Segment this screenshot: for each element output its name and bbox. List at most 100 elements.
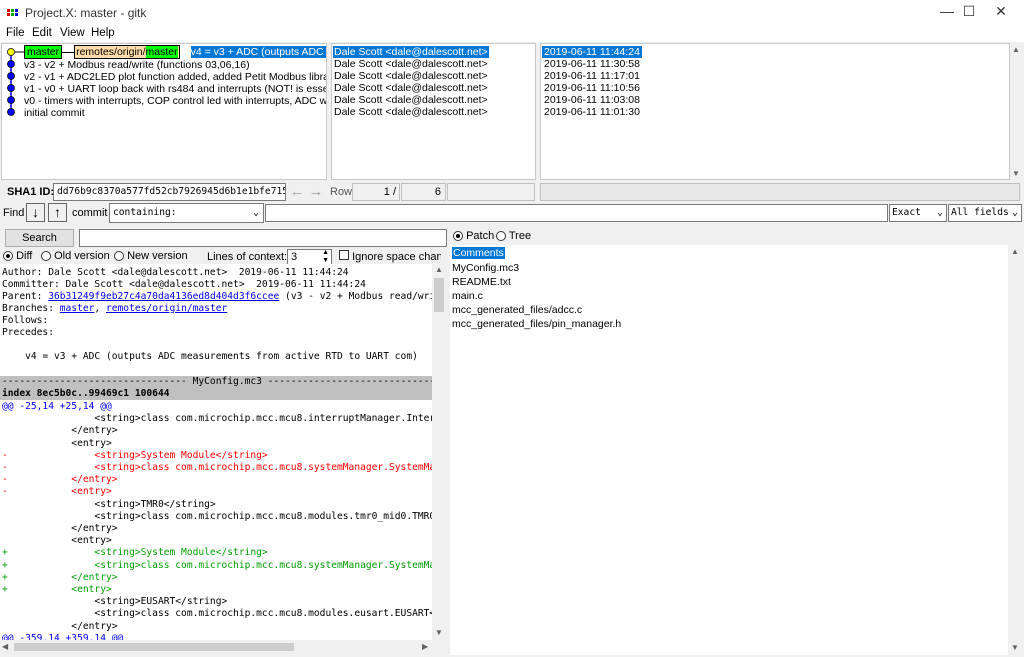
menu-view[interactable]: View <box>60 27 85 39</box>
search-input[interactable] <box>79 229 447 247</box>
ignore-space-checkbox[interactable] <box>339 250 349 260</box>
window-title: Project.X: master - gitk <box>25 6 147 20</box>
diff-index-line: index 8ec5b0c..99469c1 100644 <box>0 388 432 401</box>
new-version-radio[interactable] <box>114 251 124 262</box>
diff-line-hunk: @@ -359,14 +359,14 @@ <box>2 632 124 640</box>
search-button[interactable]: Search <box>5 229 74 247</box>
commit-date[interactable]: 2019-06-11 11:17:01 <box>544 70 640 82</box>
commit-graph <box>7 48 24 116</box>
scroll-down-icon[interactable]: ▼ <box>1011 643 1019 652</box>
patch-radio[interactable] <box>453 231 463 242</box>
context-spinbox[interactable]: 3 ▲ ▼ <box>287 249 332 265</box>
commit-date[interactable]: 2019-06-11 11:01:30 <box>544 106 640 118</box>
patch-label: Patch <box>466 230 495 242</box>
commit-author[interactable]: Dale Scott <dale@dalescott.net> <box>334 94 488 106</box>
commit-date[interactable]: 2019-06-11 11:44:24 <box>542 46 642 58</box>
branch-tag-remote[interactable]: remotes/origin/master <box>74 45 180 59</box>
commit-subject[interactable]: v1 - v0 + UART loop back with rs484 and … <box>24 83 326 95</box>
commit-subject-pane[interactable]: master remotes/origin/master v4 = v3 + AD… <box>1 43 327 180</box>
commit-date-pane[interactable]: 2019-06-11 11:44:24 2019-06-11 11:30:58 … <box>540 43 1010 180</box>
diff-line-del: - <string>System Module</string> <box>2 449 268 461</box>
commit-date[interactable]: 2019-06-11 11:30:58 <box>544 58 640 70</box>
find-mode-select[interactable]: containing: ⌄ <box>109 203 264 223</box>
diff-line-ctx: <string>EUSART</string> <box>2 596 228 608</box>
old-version-label: Old version <box>54 250 110 262</box>
file-item[interactable]: mcc_generated_files/adcc.c <box>452 304 582 316</box>
sha1-field[interactable]: dd76b9c8370a577fd52cb7926945d6b1e1bfe715 <box>53 183 286 201</box>
diff-file-header: -------------------------------- MyConfi… <box>0 376 432 389</box>
scroll-up-icon[interactable]: ▲ <box>1011 247 1019 256</box>
find-up-icon[interactable]: ↑ <box>48 203 67 222</box>
commit-author[interactable]: Dale Scott <dale@dalescott.net> <box>334 70 488 82</box>
detail-precedes: Precedes: <box>2 327 54 338</box>
menu-edit[interactable]: Edit <box>32 27 52 39</box>
find-match-select[interactable]: Exact ⌄ <box>889 204 947 222</box>
commit-date[interactable]: 2019-06-11 11:10:56 <box>544 82 640 94</box>
diff-line-ctx: <string>class com.microchip.mcc.mcu8.mod… <box>94 510 432 522</box>
menu-help[interactable]: Help <box>91 27 115 39</box>
parent-link[interactable]: 36b31249f9eb27c4a70da4136ed8d404d3f6ccee <box>48 291 279 302</box>
commit-author[interactable]: Dale Scott <dale@dalescott.net> <box>334 58 488 70</box>
scroll-down-icon[interactable]: ▼ <box>1012 169 1020 178</box>
scroll-up-icon[interactable]: ▲ <box>1012 45 1020 54</box>
history-scrollbar[interactable]: ▲ ▼ <box>1010 43 1023 180</box>
detail-committer: Committer: Dale Scott <dale@dalescott.ne… <box>2 279 366 290</box>
commit-author[interactable]: Dale Scott <dale@dalescott.net> <box>334 106 488 118</box>
row-current: 1 / <box>352 183 400 201</box>
hscroll-thumb[interactable] <box>14 643 294 651</box>
commit-author[interactable]: Dale Scott <dale@dalescott.net> <box>333 46 489 58</box>
diff-radio[interactable] <box>3 251 13 262</box>
back-arrow-icon[interactable]: ← <box>288 183 306 201</box>
file-item[interactable]: MyConfig.mc3 <box>452 262 519 274</box>
diff-line-ctx: <entry> <box>2 535 112 547</box>
diff-line-ctx: </entry> <box>2 620 118 632</box>
close-button[interactable]: ✕ <box>978 0 1024 24</box>
file-item[interactable]: main.c <box>452 290 483 302</box>
scroll-thumb[interactable] <box>434 278 444 312</box>
scroll-down-icon[interactable]: ▼ <box>435 628 443 637</box>
scroll-up-icon[interactable]: ▲ <box>435 265 443 274</box>
commit-subject[interactable]: v0 - timers with interrupts, COP control… <box>24 95 326 107</box>
diff-line-ctx: </entry> <box>2 425 118 437</box>
detail-author: Author: Dale Scott <dale@dalescott.net> … <box>2 267 349 278</box>
commit-subject[interactable]: v3 - v2 + Modbus read/write (functions 0… <box>24 59 326 71</box>
app-icon <box>7 8 19 16</box>
find-down-icon[interactable]: ↓ <box>26 203 45 222</box>
diff-line-hunk: @@ -25,14 +25,14 @@ <box>2 401 112 412</box>
commit-author[interactable]: Dale Scott <dale@dalescott.net> <box>334 82 488 94</box>
forward-arrow-icon[interactable]: → <box>307 183 325 201</box>
progress-box <box>447 183 535 201</box>
file-list-scrollbar[interactable]: ▲ ▼ <box>1008 245 1023 655</box>
ignore-space-label: Ignore space change <box>352 251 441 263</box>
diff-scrollbar[interactable]: ▲ ▼ <box>432 264 446 640</box>
chevron-down-icon: ⌄ <box>1011 207 1018 218</box>
tree-radio[interactable] <box>496 231 506 242</box>
file-item[interactable]: mcc_generated_files/pin_manager.h <box>452 318 621 330</box>
find-fields-select[interactable]: All fields ⌄ <box>948 204 1022 222</box>
scroll-left-icon[interactable]: ◀ <box>2 642 8 651</box>
commit-row-0[interactable]: master remotes/origin/master v4 = v3 + AD… <box>24 45 326 59</box>
find-input[interactable] <box>265 204 888 222</box>
file-item[interactable]: README.txt <box>452 276 511 288</box>
spin-arrows-icon[interactable]: ▲ ▼ <box>322 249 329 265</box>
file-item[interactable]: Comments <box>452 247 505 259</box>
diff-hscrollbar[interactable]: ◀ ▶ <box>0 640 446 654</box>
branch-link-master[interactable]: master <box>60 303 95 314</box>
detail-branches: Branches: master, remotes/origin/master <box>2 303 228 314</box>
branch-tag-master[interactable]: master <box>24 45 63 59</box>
file-list-pane[interactable]: Comments MyConfig.mc3 README.txt main.c … <box>450 245 1008 655</box>
commit-date[interactable]: 2019-06-11 11:03:08 <box>544 94 640 106</box>
commit-subject[interactable]: v4 = v3 + ADC (outputs ADC measurements … <box>190 46 326 58</box>
diff-line-del: - </entry> <box>2 474 118 486</box>
new-version-label: New version <box>127 250 188 262</box>
diff-label: Diff <box>16 250 33 262</box>
branch-link-remote[interactable]: remotes/origin/master <box>106 303 227 314</box>
scroll-right-icon[interactable]: ▶ <box>422 642 428 651</box>
diff-pane[interactable]: Author: Dale Scott <dale@dalescott.net> … <box>0 264 432 640</box>
commit-subject[interactable]: initial commit <box>24 107 326 119</box>
chevron-down-icon: ⌄ <box>252 207 259 218</box>
commit-author-pane[interactable]: Dale Scott <dale@dalescott.net> Dale Sco… <box>331 43 536 180</box>
menu-file[interactable]: File <box>6 27 25 39</box>
commit-subject[interactable]: v2 - v1 + ADC2LED plot function added, a… <box>24 71 326 83</box>
old-version-radio[interactable] <box>41 251 51 262</box>
